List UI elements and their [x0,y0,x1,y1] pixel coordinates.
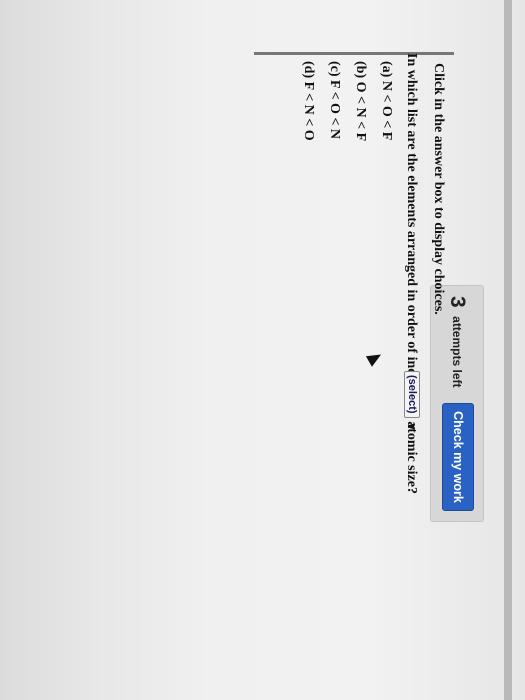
chevron-down-icon[interactable]: ∨ [405,422,419,432]
question-row: In which list are the elements arranged … [401,53,422,494]
answer-dropdown-value[interactable]: (select) [404,371,420,418]
choice-d: (d) F < N < O [301,61,316,141]
choice-c: (c) F < O < N [327,61,342,140]
screen: 3 attempts left Check my work Click in t… [0,0,512,700]
choice-b: (b) O < N < F [353,61,368,142]
instruction-text: Click in the answer box to display choic… [431,63,446,315]
question-panel: Click in the answer box to display choic… [254,52,454,494]
top-bar [504,0,512,700]
choice-a: (a) N < O < F [379,61,394,141]
answer-dropdown[interactable]: (select) ∨ [402,371,422,431]
rotated-screen: 3 attempts left Check my work Click in t… [0,0,512,700]
